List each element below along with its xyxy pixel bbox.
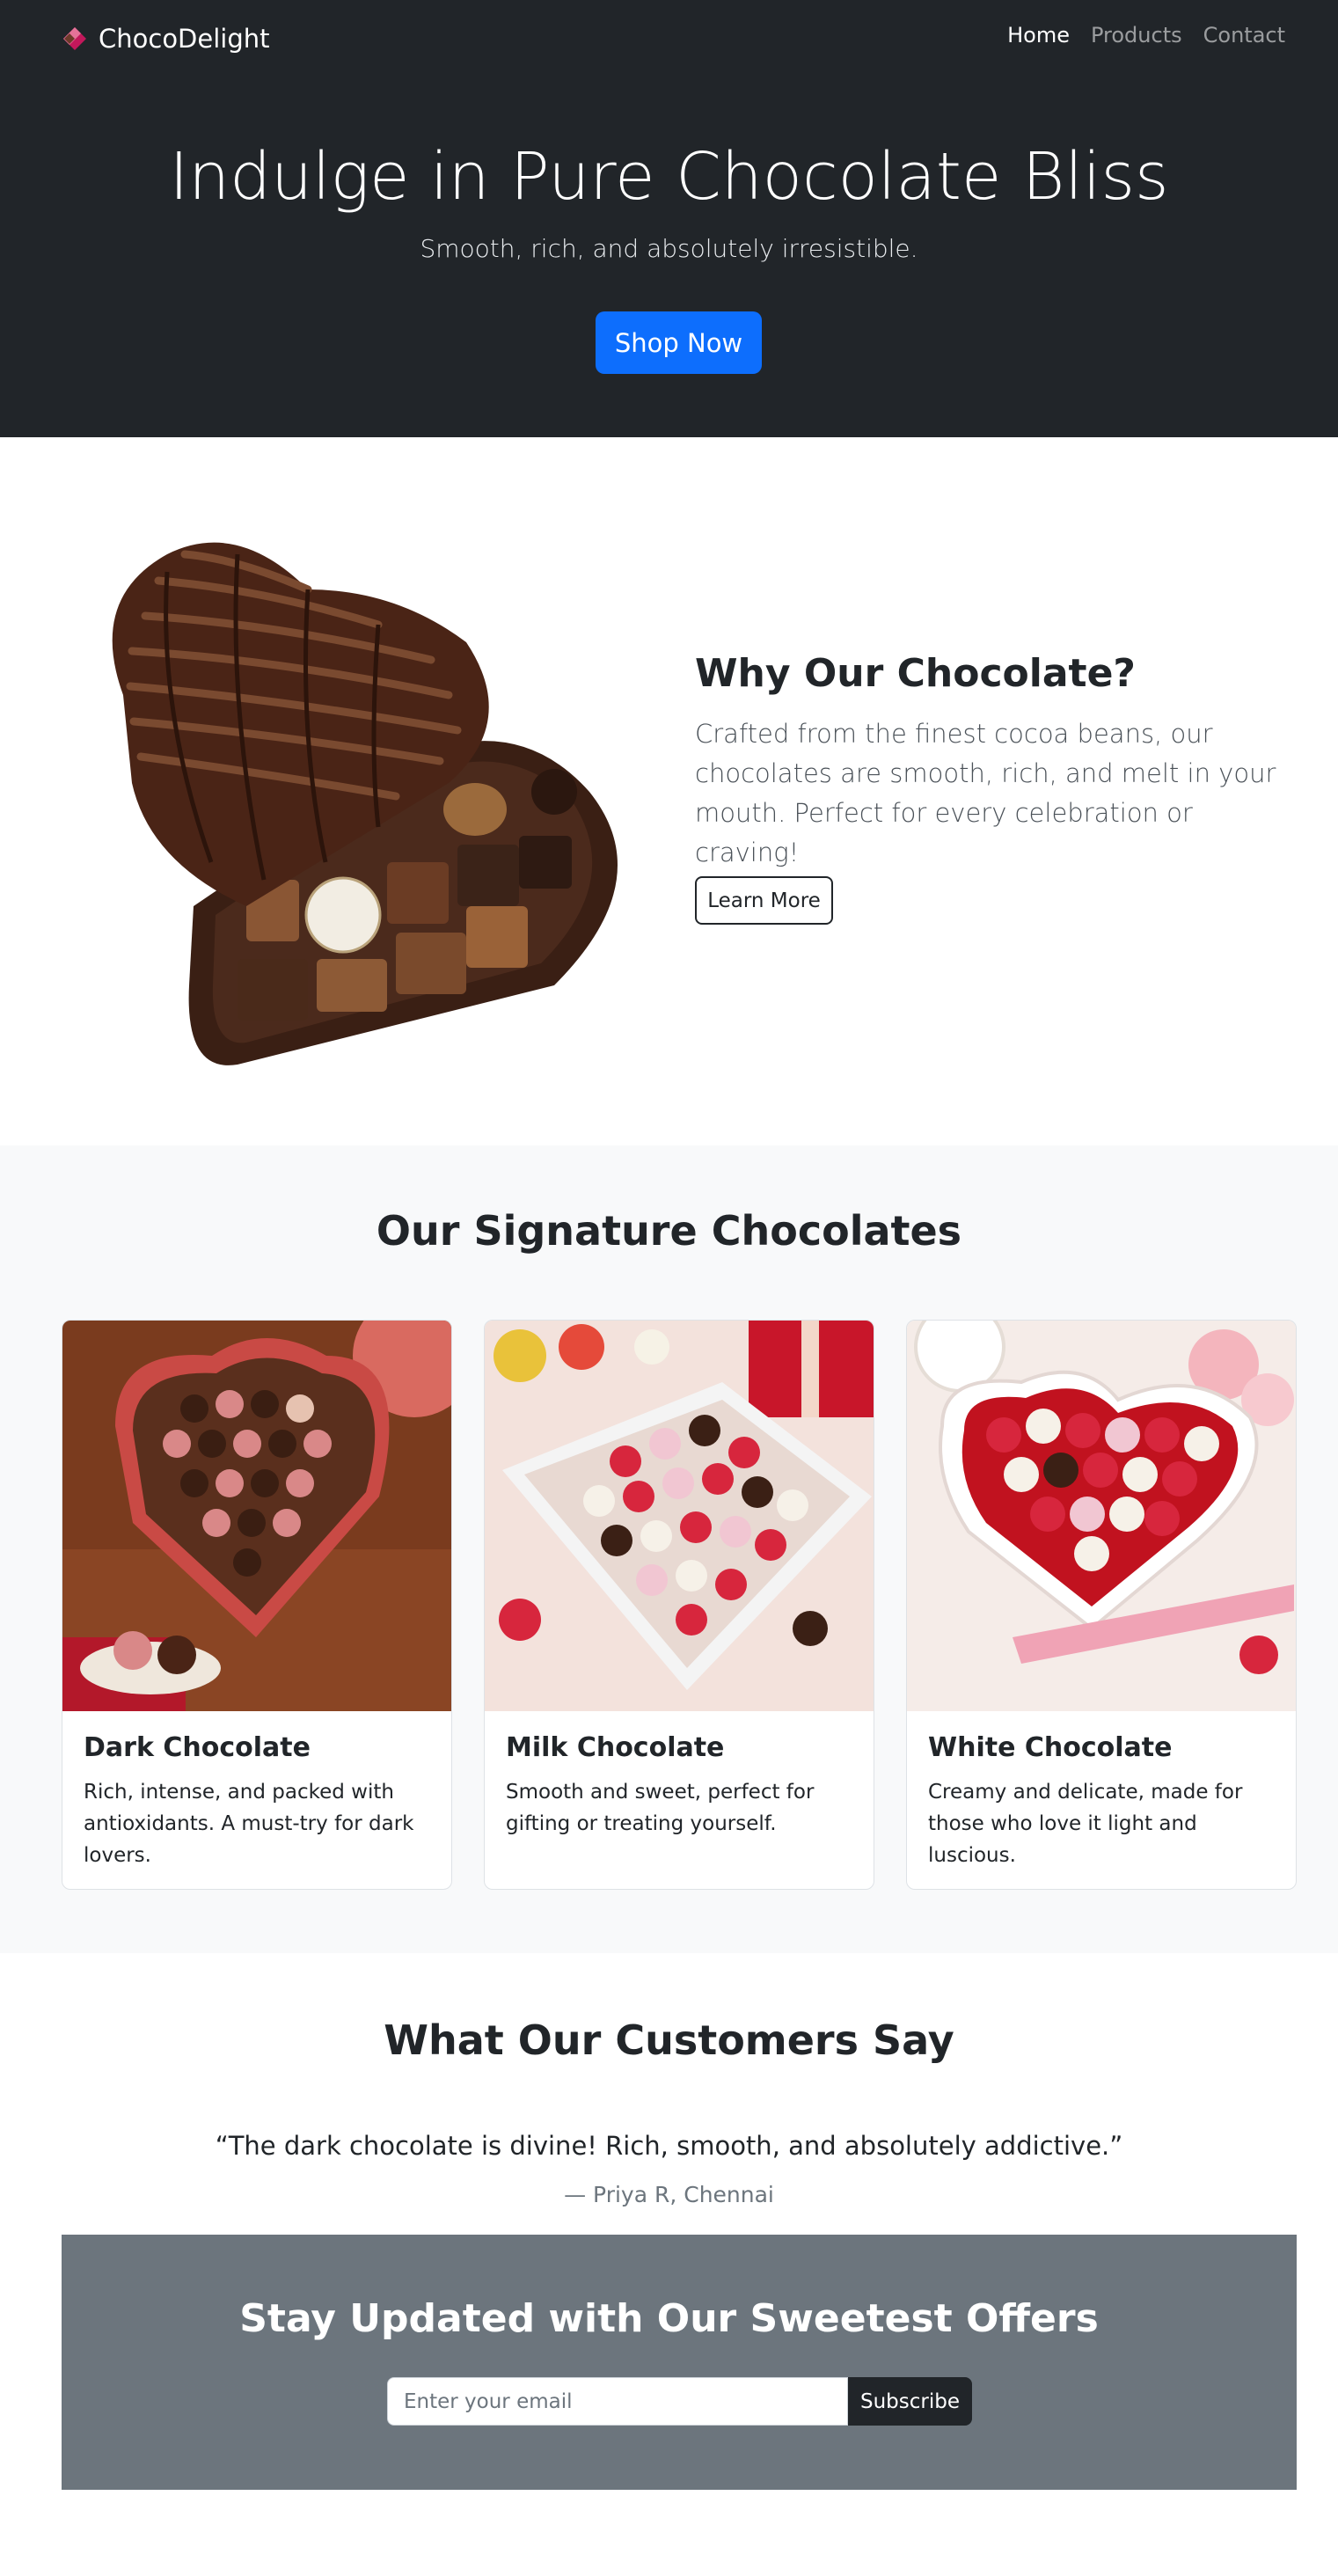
signature-title: Our Signature Chocolates (376, 1207, 962, 1255)
hero-title: Indulge in Pure Chocolate Bliss (169, 139, 1169, 215)
newsletter-section (62, 2235, 1297, 2490)
card-title: Dark Chocolate (84, 1732, 311, 1763)
testimonials-title: What Our Customers Say (384, 2016, 954, 2064)
newsletter-title: Stay Updated with Our Sweetest Offers (239, 2296, 1099, 2341)
shop-now-button[interactable]: Shop Now (596, 311, 762, 374)
product-card-dark[interactable]: Dark Chocolate Rich, intense, and packed… (62, 1320, 452, 1890)
dark-chocolate-image (62, 1321, 451, 1711)
card-text: Rich, intense, and packed with antioxida… (84, 1781, 414, 1867)
card-title: White Chocolate (928, 1732, 1173, 1763)
brand-name: ChocoDelight (99, 24, 270, 54)
nav-home[interactable]: Home (1007, 23, 1070, 48)
product-card-white[interactable]: White Chocolate Creamy and delicate, mad… (906, 1320, 1297, 1890)
heart-chocolate-box-image (62, 493, 662, 1084)
nav-contact[interactable]: Contact (1203, 23, 1285, 48)
brand-logo-icon (63, 27, 86, 50)
hero-subtitle: Smooth, rich, and absolutely irresistibl… (420, 234, 918, 263)
learn-more-button[interactable]: Learn More (695, 876, 833, 925)
product-card-milk[interactable]: Milk Chocolate Smooth and sweet, perfect… (484, 1320, 874, 1890)
nav-links: Home Products Contact (1007, 23, 1285, 48)
card-text: Creamy and delicate, made for those who … (928, 1781, 1243, 1867)
testimonial-author: — Priya R, Chennai (564, 2182, 774, 2207)
card-text: Smooth and sweet, perfect for gifting or… (506, 1781, 815, 1835)
subscribe-button[interactable]: Subscribe (848, 2377, 972, 2426)
nav-products[interactable]: Products (1091, 23, 1182, 48)
milk-chocolate-image (485, 1321, 874, 1711)
white-chocolate-image (907, 1321, 1296, 1711)
email-input[interactable] (387, 2377, 848, 2426)
why-title: Why Our Chocolate? (695, 651, 1136, 696)
card-title: Milk Chocolate (506, 1732, 725, 1763)
testimonial-quote: “The dark chocolate is divine! Rich, smo… (215, 2131, 1123, 2161)
brand-link[interactable]: ChocoDelight (62, 19, 270, 58)
why-text: Crafted from the finest cocoa beans, our… (695, 719, 1276, 867)
